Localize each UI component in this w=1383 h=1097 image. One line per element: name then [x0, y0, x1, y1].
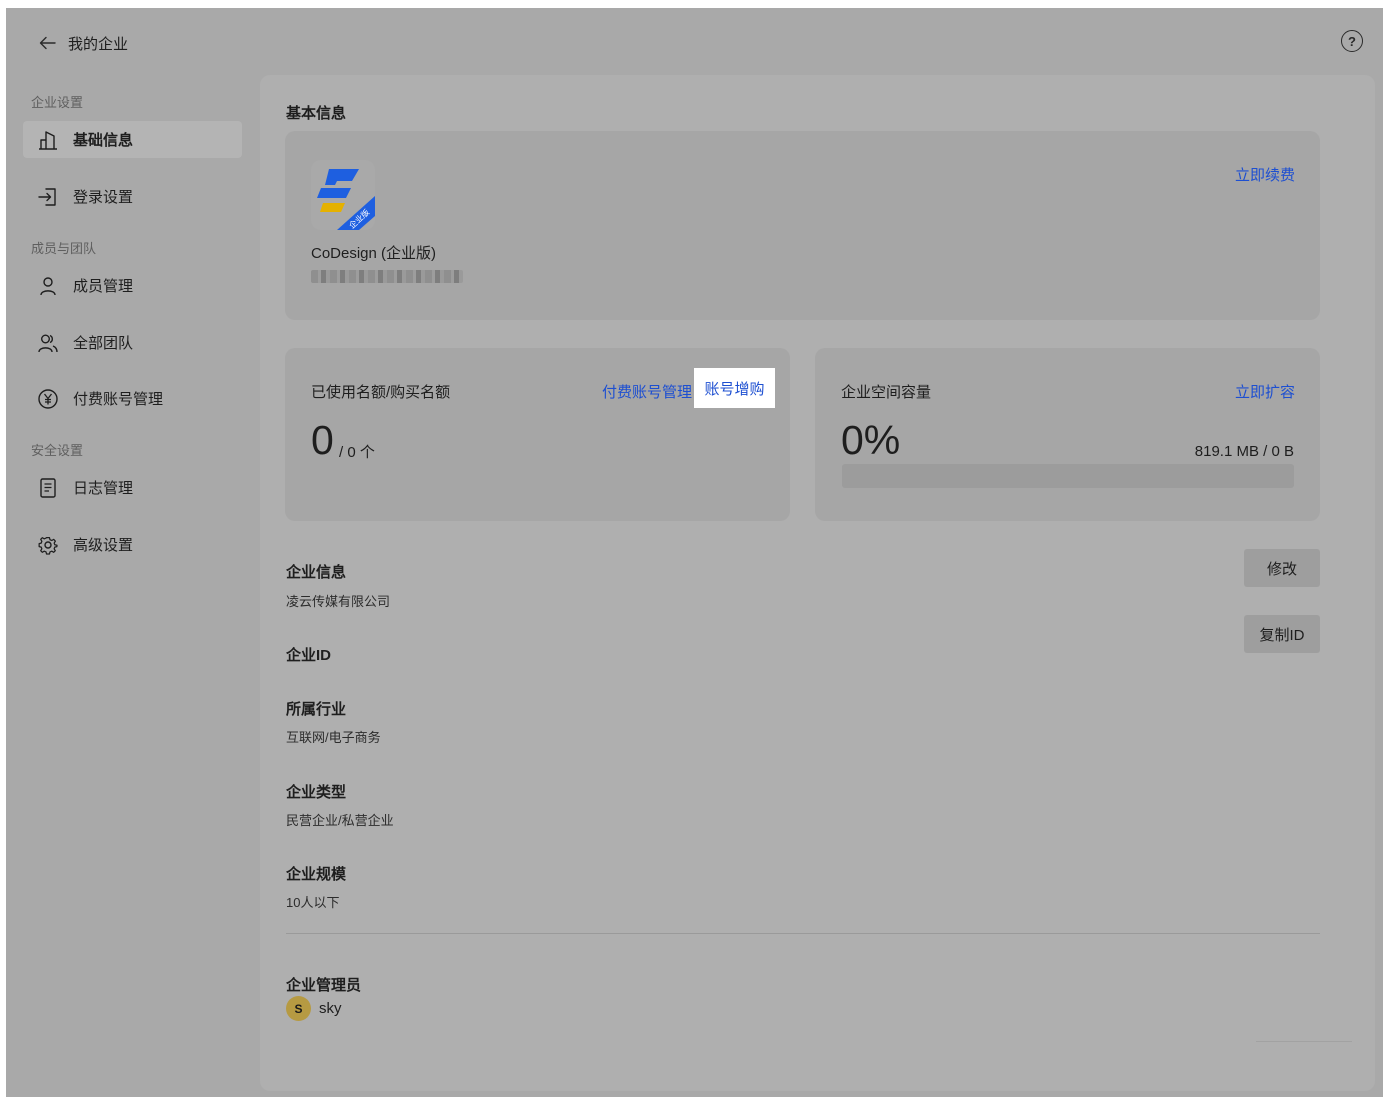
- log-icon: [37, 477, 59, 499]
- sidebar-item-label: 基础信息: [73, 132, 134, 149]
- seats-label: 已使用名额/购买名额: [311, 384, 451, 401]
- avatar: S: [286, 996, 311, 1021]
- industry-value: 互联网/电子商务: [286, 730, 381, 745]
- renew-link[interactable]: 立即续费: [1235, 164, 1295, 185]
- gear-icon: [37, 534, 59, 556]
- sidebar-section-members: 成员与团队: [31, 241, 97, 256]
- storage-percent: 0%: [841, 417, 901, 463]
- product-card: 企业版 CoDesign (企业版) 立即续费: [285, 131, 1320, 320]
- storage-usage: 819.1 MB / 0 B: [1194, 443, 1294, 460]
- section-divider: [286, 933, 1320, 934]
- edit-company-button[interactable]: 修改: [1244, 549, 1320, 587]
- seats-card: 已使用名额/购买名额 付费账号管理 账号增购 0 / 0 个: [285, 348, 790, 521]
- sidebar-item-log-management[interactable]: 日志管理: [23, 469, 242, 506]
- industry-title: 所属行业: [286, 701, 347, 718]
- product-logo: 企业版: [311, 160, 375, 231]
- sidebar-item-label: 日志管理: [73, 480, 134, 497]
- seats-used: 0: [311, 417, 334, 463]
- company-scale-title: 企业规模: [286, 866, 347, 883]
- building-icon: [37, 129, 59, 151]
- sidebar-item-label: 登录设置: [73, 189, 134, 206]
- divider-line: [1256, 1041, 1352, 1042]
- storage-label: 企业空间容量: [841, 384, 932, 401]
- admin-name: sky: [319, 1000, 342, 1017]
- arrow-left-icon: [39, 36, 56, 50]
- storage-card: 企业空间容量 立即扩容 0% 819.1 MB / 0 B: [815, 348, 1320, 521]
- product-name: CoDesign (企业版): [311, 245, 437, 262]
- sidebar-item-login-settings[interactable]: 登录设置: [23, 178, 242, 215]
- company-name: 凌云传媒有限公司: [286, 594, 391, 609]
- sidebar-item-advanced-settings[interactable]: 高级设置: [23, 526, 242, 563]
- sidebar-item-paid-accounts[interactable]: 付费账号管理: [23, 380, 242, 417]
- expand-storage-link[interactable]: 立即扩容: [1235, 381, 1295, 402]
- sidebar-item-label: 付费账号管理: [73, 391, 164, 408]
- team-icon: [37, 332, 59, 354]
- copy-id-button[interactable]: 复制ID: [1244, 615, 1320, 653]
- sidebar-item-basic-info[interactable]: 基础信息: [23, 121, 242, 158]
- company-scale-value: 10人以下: [286, 895, 340, 910]
- company-info-title: 企业信息: [286, 564, 347, 581]
- sidebar-item-member-management[interactable]: 成员管理: [23, 267, 242, 304]
- back-button[interactable]: 我的企业: [38, 32, 128, 54]
- company-type-value: 民营企业/私营企业: [286, 813, 394, 828]
- sidebar-item-label: 全部团队: [73, 335, 134, 352]
- sidebar-section-security: 安全设置: [31, 443, 84, 458]
- sidebar-item-all-teams[interactable]: 全部团队: [23, 324, 242, 361]
- company-type-title: 企业类型: [286, 784, 347, 801]
- main-panel: 基本信息 企业版 CoDesign (企业版) 立即续费 已使用名额/购买名额 …: [260, 75, 1375, 1091]
- paid-accounts-link[interactable]: 付费账号管理: [602, 381, 692, 402]
- seats-total: / 0 个: [339, 444, 375, 461]
- back-label: 我的企业: [68, 35, 129, 53]
- sidebar-item-label: 成员管理: [73, 278, 134, 295]
- user-icon: [37, 275, 59, 297]
- login-icon: [37, 186, 59, 208]
- company-id-title: 企业ID: [286, 647, 332, 664]
- yen-icon: [37, 388, 59, 410]
- sidebar-section-enterprise: 企业设置: [31, 95, 84, 110]
- enterprise-settings-window: 我的企业 ? 企业设置 基础信息 登录设置 成员与团队 成员管理 全部团队 付费…: [6, 8, 1383, 1097]
- admin-title: 企业管理员: [286, 977, 362, 994]
- page-title: 基本信息: [286, 105, 347, 122]
- buy-seats-link[interactable]: 账号增购: [694, 368, 775, 408]
- sidebar-item-label: 高级设置: [73, 537, 134, 554]
- storage-progress-bar: [842, 464, 1294, 488]
- help-icon[interactable]: ?: [1341, 30, 1363, 52]
- redacted-text: [311, 270, 463, 283]
